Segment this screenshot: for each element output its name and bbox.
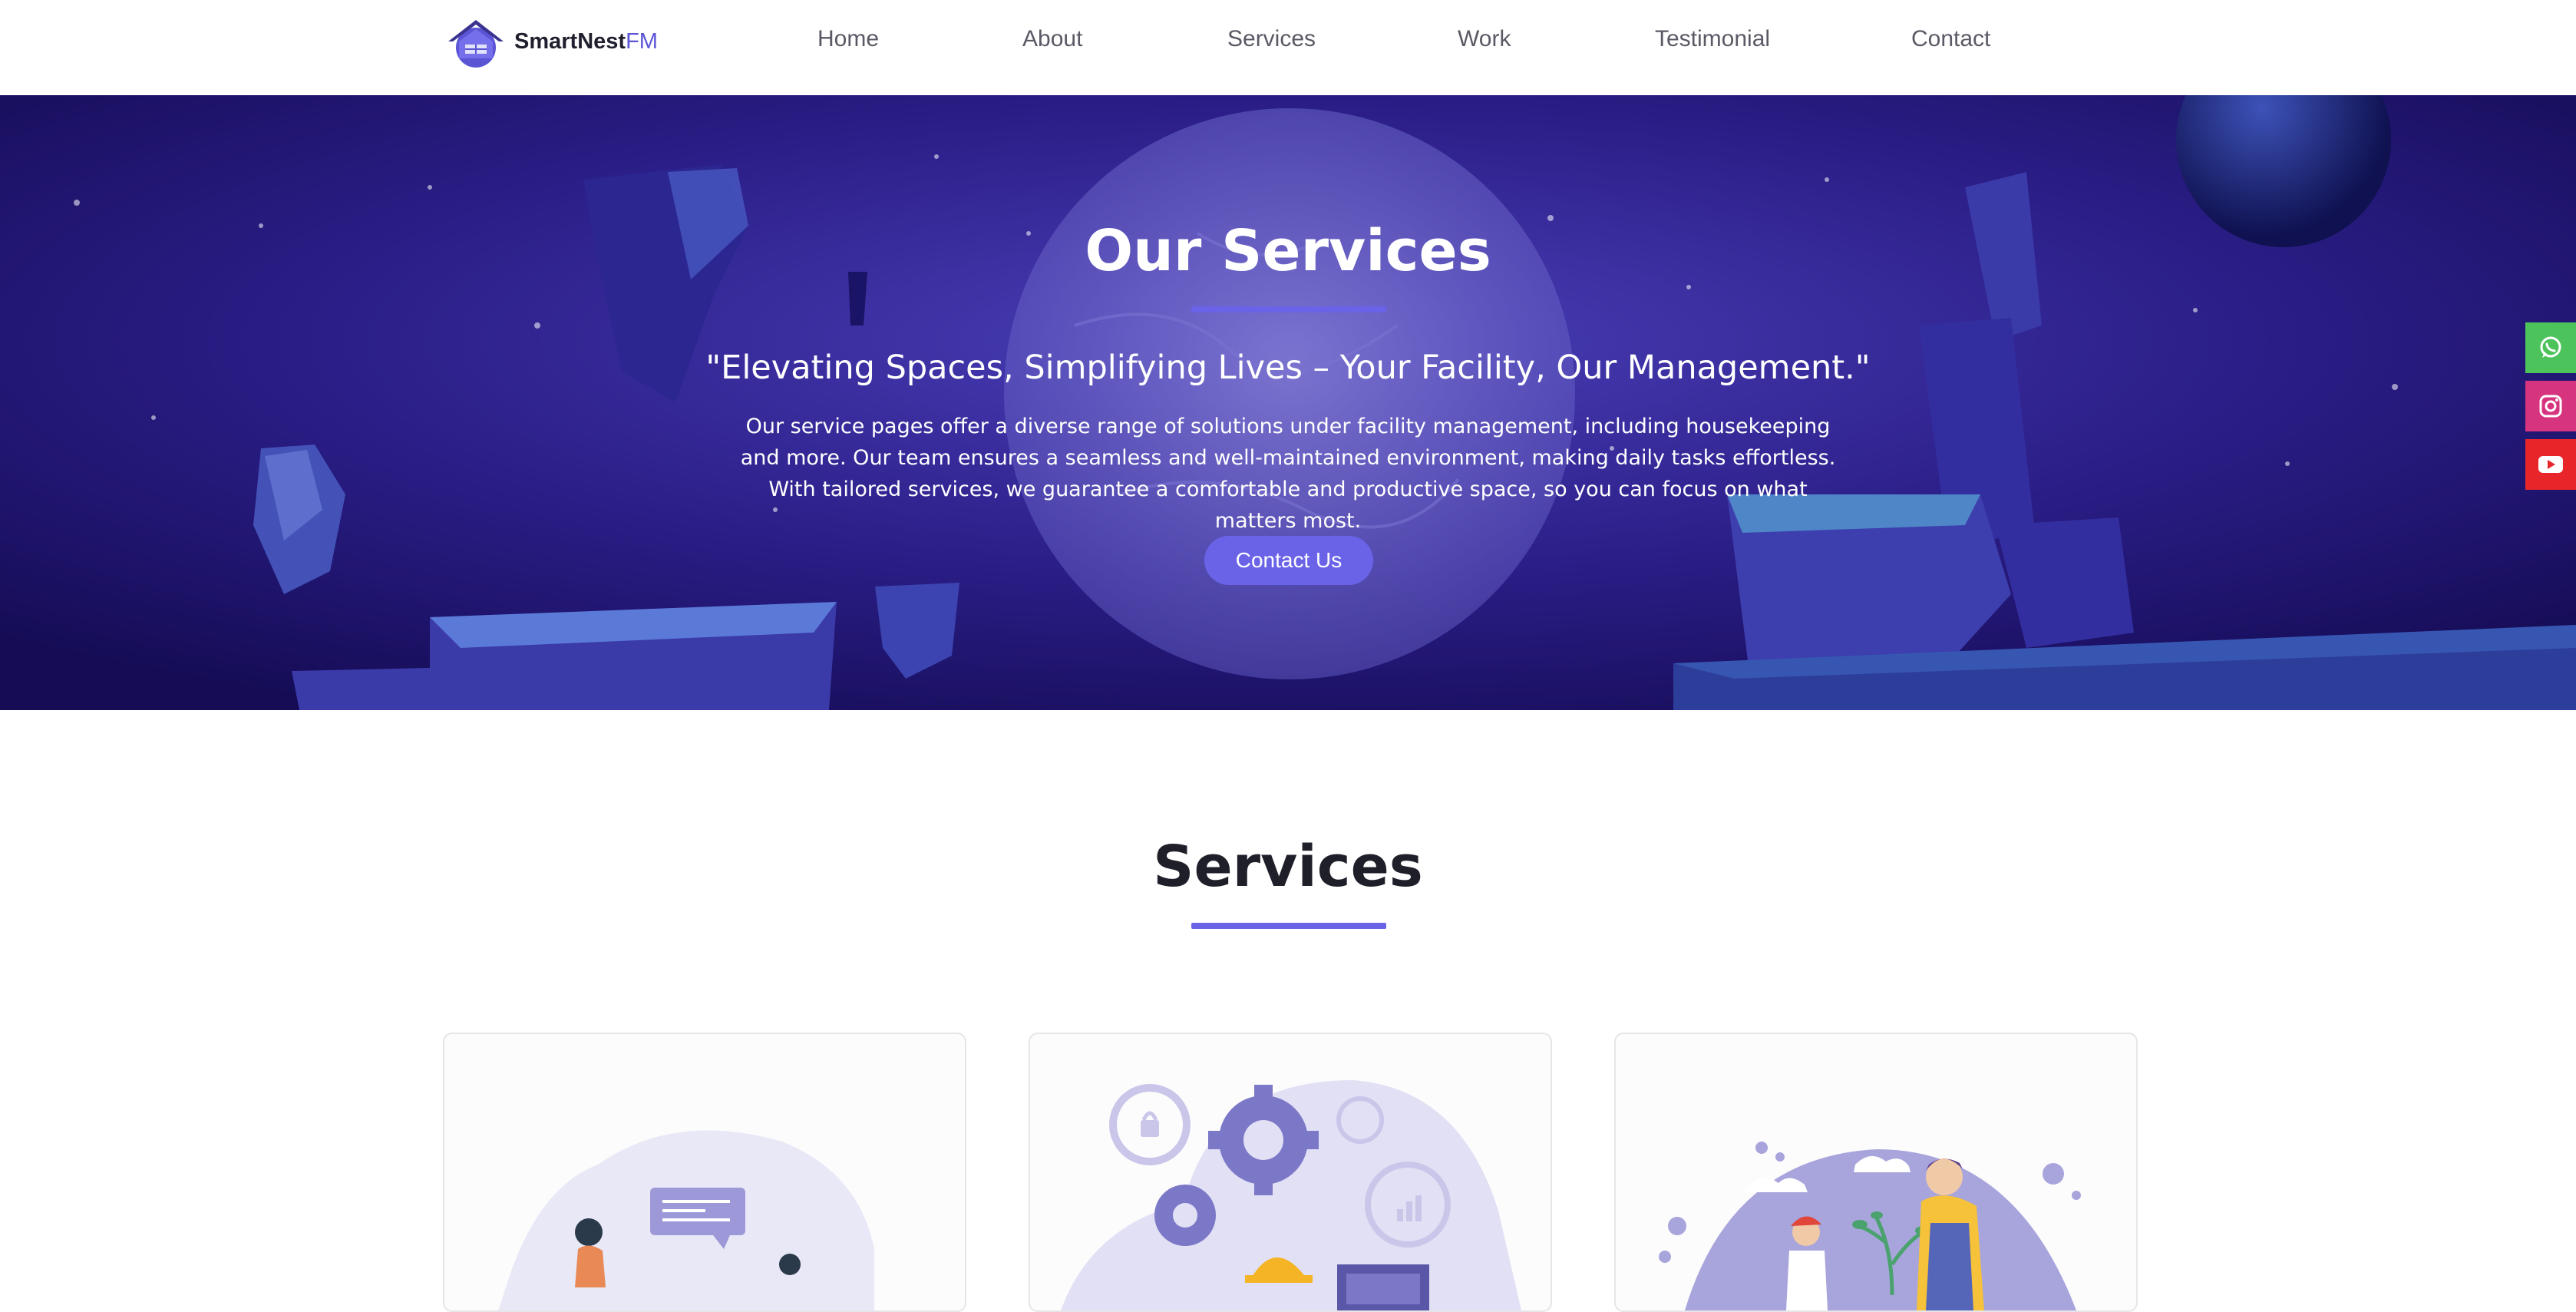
hero-title-underline	[1191, 306, 1386, 312]
hero-banner: Our Services "Elevating Spaces, Simplify…	[0, 95, 2576, 710]
nav-link-services[interactable]: Services	[1227, 26, 1316, 52]
services-title-underline	[1191, 923, 1386, 929]
hero-tagline: "Elevating Spaces, Simplifying Lives – Y…	[705, 349, 1871, 387]
youtube-icon	[2538, 456, 2563, 473]
space-landscape-background	[0, 95, 2576, 710]
top-navbar: SmartNestFM Home About Services Work Tes…	[0, 0, 2576, 95]
instagram-icon	[2539, 395, 2562, 418]
service-card[interactable]	[1029, 1033, 1552, 1312]
contact-us-button[interactable]: Contact Us	[1204, 536, 1373, 585]
nav-link-testimonial[interactable]: Testimonial	[1655, 26, 1770, 52]
service-card[interactable]	[1614, 1033, 2138, 1312]
hero-description: Our service pages offer a diverse range …	[740, 415, 1836, 533]
youtube-button[interactable]	[2525, 439, 2576, 490]
meeting-illustration	[498, 1130, 874, 1310]
gardening-illustration	[1659, 1142, 2081, 1310]
hero-title: Our Services	[1085, 218, 1491, 284]
nav-link-about[interactable]: About	[1022, 26, 1082, 52]
service-card[interactable]	[443, 1033, 966, 1312]
nav-link-contact[interactable]: Contact	[1911, 26, 1990, 52]
nav-link-home[interactable]: Home	[817, 26, 879, 52]
nav-links: Home About Services Work Testimonial Con…	[0, 26, 2576, 57]
whatsapp-icon	[2540, 336, 2561, 358]
nav-link-work[interactable]: Work	[1458, 26, 1511, 52]
instagram-button[interactable]	[2525, 381, 2576, 431]
whatsapp-button[interactable]	[2525, 322, 2576, 373]
engineering-illustration	[1061, 1080, 1521, 1310]
services-section-title: Services	[1153, 834, 1423, 900]
